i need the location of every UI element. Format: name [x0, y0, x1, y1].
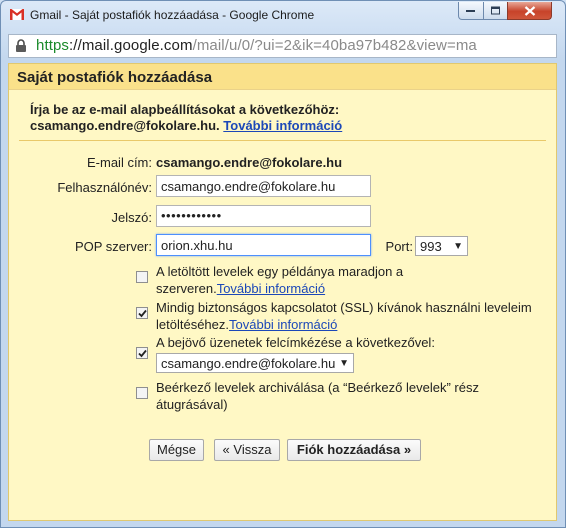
back-button[interactable]: « Vissza	[214, 439, 280, 461]
port-label: Port:	[385, 239, 413, 254]
add-account-button[interactable]: Fiók hozzáadása »	[287, 439, 421, 461]
dropdown-arrow-icon: ▼	[339, 358, 349, 369]
keep-copy-more-info-link[interactable]: További információ	[217, 281, 325, 296]
divider	[19, 140, 546, 141]
port-value: 993	[420, 239, 442, 254]
minimize-button[interactable]	[458, 2, 484, 20]
minimize-icon	[466, 9, 475, 12]
label-select[interactable]: csamango.endre@fokolare.hu ▼	[156, 353, 354, 373]
window-title: Gmail - Saját postafiók hozzáadása - Goo…	[30, 8, 315, 22]
password-label: Jelszó:	[111, 210, 152, 225]
url-text: https://mail.google.com/mail/u/0/?ui=2&i…	[36, 37, 477, 54]
close-window-button[interactable]	[507, 2, 552, 20]
email-label: E-mail cím:	[87, 155, 152, 170]
label-incoming-checkbox[interactable]	[136, 347, 148, 359]
close-icon	[524, 5, 535, 16]
label-select-value: csamango.endre@fokolare.hu	[161, 356, 336, 371]
lock-icon	[16, 39, 26, 52]
cancel-button[interactable]: Mégse	[149, 439, 204, 461]
email-value: csamango.endre@fokolare.hu	[156, 155, 343, 170]
username-input[interactable]	[156, 175, 371, 197]
port-select[interactable]: 993 ▼	[415, 236, 468, 256]
dialog-header: Saját postafiók hozzáadása	[9, 64, 556, 90]
ssl-text: Mindig biztonságos kapcsolatot (SSL) kív…	[156, 300, 532, 332]
keep-copy-text: A letöltött levelek egy példánya maradjo…	[156, 264, 404, 296]
checkmark-icon	[138, 349, 147, 358]
checkmark-icon	[138, 309, 147, 318]
dropdown-arrow-icon: ▼	[453, 241, 463, 252]
title-bar: Gmail - Saját postafiók hozzáadása - Goo…	[1, 1, 565, 31]
dialog-title: Saját postafiók hozzáadása	[17, 69, 213, 86]
instruction-text: Írja be az e-mail alapbeállításokat a kö…	[30, 102, 343, 133]
maximize-icon	[490, 6, 500, 14]
label-incoming-text: A bejövő üzenetek felcímkézése a követke…	[156, 335, 435, 350]
keep-copy-checkbox[interactable]	[136, 271, 148, 283]
ssl-checkbox[interactable]	[136, 307, 148, 319]
gmail-logo-icon	[10, 9, 24, 20]
password-input[interactable]: ••••••••••••	[156, 205, 371, 227]
more-info-link[interactable]: További információ	[223, 118, 342, 133]
maximize-button[interactable]	[483, 2, 508, 20]
username-label: Felhasználónév:	[57, 180, 152, 195]
pop-server-label: POP szerver:	[74, 239, 152, 254]
ssl-more-info-link[interactable]: További információ	[229, 317, 337, 332]
address-bar[interactable]: https://mail.google.com/mail/u/0/?ui=2&i…	[8, 34, 557, 58]
add-account-dialog: Saját postafiók hozzáadása Írja be az e-…	[8, 63, 557, 521]
archive-text: Beérkező levelek archiválása (a “Beérkez…	[156, 380, 479, 412]
browser-window: Gmail - Saját postafiók hozzáadása - Goo…	[0, 0, 566, 528]
archive-checkbox[interactable]	[136, 387, 148, 399]
